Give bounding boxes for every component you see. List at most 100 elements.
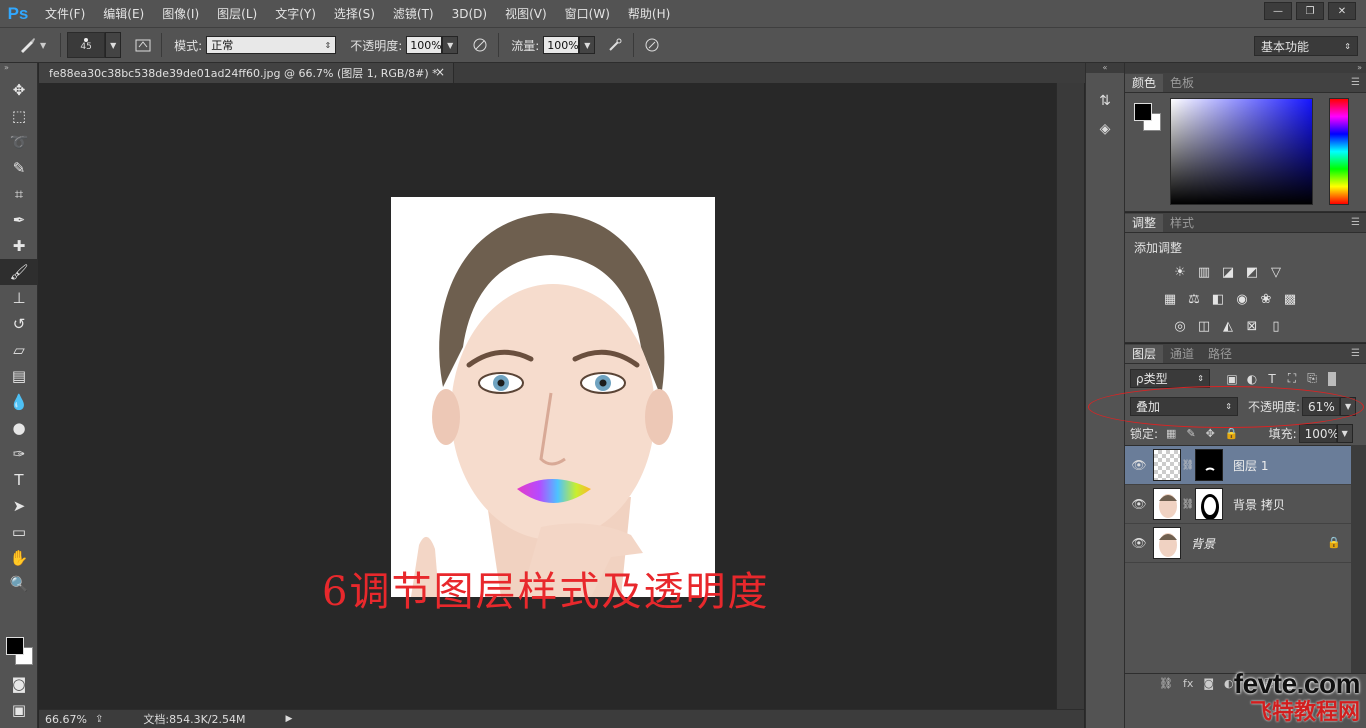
layer-mask-thumbnail[interactable] bbox=[1195, 488, 1223, 520]
color-balance-icon[interactable]: ⚖ bbox=[1185, 290, 1203, 308]
layer-name[interactable]: 背景 拷贝 bbox=[1233, 496, 1285, 513]
gradient-map-icon[interactable]: ▯ bbox=[1267, 317, 1285, 335]
levels-icon[interactable]: ▥ bbox=[1195, 263, 1213, 281]
filter-toggle-switch[interactable] bbox=[1328, 371, 1336, 386]
tab-paths[interactable]: 路径 bbox=[1201, 345, 1239, 363]
blend-mode-select[interactable]: 叠加 ⇕ bbox=[1130, 397, 1238, 416]
dock-collapse-icon[interactable]: » bbox=[1125, 63, 1366, 73]
layer-row-background[interactable]: 👁 背景 🔒 bbox=[1125, 524, 1351, 563]
lasso-tool-icon[interactable]: ➰ bbox=[0, 129, 38, 155]
foreground-color-swatch[interactable] bbox=[1134, 103, 1152, 121]
channel-mixer-icon[interactable]: ❀ bbox=[1257, 290, 1275, 308]
eyedropper-tool-icon[interactable]: ✒ bbox=[0, 207, 38, 233]
panel-menu-icon[interactable]: ☰ bbox=[1351, 217, 1360, 228]
brush-tool-preset-icon[interactable] bbox=[16, 33, 40, 57]
filter-adjustment-icon[interactable]: ◐ bbox=[1242, 370, 1262, 388]
menu-layer[interactable]: 图层(L) bbox=[208, 5, 266, 22]
layer-style-icon[interactable]: fx bbox=[1183, 677, 1193, 690]
status-menu-arrow-icon[interactable]: ▶ bbox=[286, 714, 293, 724]
history-panel-icon[interactable]: ⇅ bbox=[1086, 87, 1124, 115]
screen-mode-icon[interactable]: ▣ bbox=[0, 697, 38, 723]
visibility-eye-icon[interactable]: 👁 bbox=[1125, 497, 1153, 511]
workspace-select[interactable]: 基本功能 ⇕ bbox=[1254, 36, 1358, 56]
history-brush-tool-icon[interactable]: ↺ bbox=[0, 311, 38, 337]
zoom-tool-icon[interactable]: 🔍 bbox=[0, 571, 38, 597]
lock-all-icon[interactable]: 🔒 bbox=[1225, 427, 1239, 440]
lock-pixels-icon[interactable]: ✎ bbox=[1186, 427, 1195, 440]
crop-tool-icon[interactable]: ⌗ bbox=[0, 181, 38, 207]
filter-pixel-icon[interactable]: ▣ bbox=[1222, 370, 1242, 388]
panel-collapse-icon[interactable]: » bbox=[0, 63, 37, 77]
flow-dropdown-icon[interactable]: ▼ bbox=[579, 36, 596, 54]
layer-opacity-input[interactable]: 61% bbox=[1302, 397, 1341, 416]
quick-select-tool-icon[interactable]: ✎ bbox=[0, 155, 38, 181]
black-white-icon[interactable]: ◧ bbox=[1209, 290, 1227, 308]
gradient-tool-icon[interactable]: ▤ bbox=[0, 363, 38, 389]
close-document-icon[interactable]: × bbox=[435, 65, 445, 79]
flow-input[interactable]: 100% bbox=[543, 36, 580, 54]
menu-filter[interactable]: 滤镜(T) bbox=[384, 5, 443, 22]
tab-styles[interactable]: 样式 bbox=[1163, 214, 1201, 232]
foreground-color-swatch[interactable] bbox=[6, 637, 24, 655]
share-icon[interactable]: ⇪ bbox=[95, 714, 103, 725]
tab-swatches[interactable]: 色板 bbox=[1163, 74, 1201, 92]
selective-color-icon[interactable]: ⊠ bbox=[1243, 317, 1261, 335]
brush-tool-icon[interactable]: 🖌 bbox=[0, 259, 38, 285]
curves-icon[interactable]: ◪ bbox=[1219, 263, 1237, 281]
pressure-opacity-icon[interactable] bbox=[468, 33, 492, 57]
properties-panel-icon[interactable]: ◈ bbox=[1086, 115, 1124, 143]
layers-scrollbar[interactable] bbox=[1351, 445, 1366, 673]
layer-row-layer1[interactable]: 👁 ⛓ 图层 1 bbox=[1125, 446, 1351, 485]
hue-saturation-icon[interactable]: ▦ bbox=[1161, 290, 1179, 308]
dodge-tool-icon[interactable]: ● bbox=[0, 415, 38, 441]
exposure-icon[interactable]: ◩ bbox=[1243, 263, 1261, 281]
canvas-scrollbar[interactable] bbox=[1056, 83, 1084, 709]
layer-thumbnail[interactable] bbox=[1153, 488, 1181, 520]
layer-mask-thumbnail[interactable] bbox=[1195, 449, 1223, 481]
tab-adjustments[interactable]: 调整 bbox=[1125, 214, 1164, 232]
filter-shape-icon[interactable]: ⛶ bbox=[1282, 370, 1302, 388]
brightness-contrast-icon[interactable]: ☀ bbox=[1171, 263, 1189, 281]
document-tab[interactable]: fe88ea30c38bc538de39de01ad24ff60.jpg @ 6… bbox=[39, 63, 454, 83]
brush-panel-toggle-icon[interactable] bbox=[131, 33, 155, 57]
mode-select[interactable]: 正常 ⇕ bbox=[206, 36, 337, 54]
new-adjustment-icon[interactable]: ◐ bbox=[1224, 677, 1234, 690]
close-window-button[interactable]: ✕ bbox=[1328, 2, 1356, 20]
panel-menu-icon[interactable]: ☰ bbox=[1351, 77, 1360, 88]
dock-collapse-icon[interactable]: « bbox=[1086, 63, 1124, 73]
brush-size-picker[interactable]: 45 bbox=[67, 32, 106, 58]
hue-slider[interactable] bbox=[1329, 98, 1349, 205]
pressure-size-icon[interactable] bbox=[640, 33, 664, 57]
opacity-dropdown-icon[interactable]: ▼ bbox=[442, 36, 459, 54]
clone-stamp-tool-icon[interactable]: ⊥ bbox=[0, 285, 38, 311]
rectangle-tool-icon[interactable]: ▭ bbox=[0, 519, 38, 545]
move-tool-icon[interactable]: ✥ bbox=[0, 77, 38, 103]
panel-menu-icon[interactable]: ☰ bbox=[1351, 348, 1360, 359]
layer-filter-select[interactable]: ρ类型 ⇕ bbox=[1130, 369, 1210, 388]
fill-dropdown-icon[interactable]: ▼ bbox=[1336, 424, 1353, 443]
menu-file[interactable]: 文件(F) bbox=[36, 5, 94, 22]
filter-type-icon[interactable]: T bbox=[1262, 370, 1282, 388]
hand-tool-icon[interactable]: ✋ bbox=[0, 545, 38, 571]
brush-picker-dropdown-icon[interactable]: ▼ bbox=[105, 32, 122, 58]
document-canvas-photo[interactable] bbox=[391, 197, 715, 597]
menu-help[interactable]: 帮助(H) bbox=[619, 5, 679, 22]
preset-dropdown-arrow-icon[interactable]: ▼ bbox=[40, 41, 46, 50]
menu-view[interactable]: 视图(V) bbox=[496, 5, 556, 22]
link-layers-icon[interactable]: ⛓ bbox=[1159, 677, 1173, 690]
zoom-level[interactable]: 66.67% bbox=[45, 713, 89, 726]
canvas-area[interactable]: 6调节图层样式及透明度 bbox=[39, 83, 1056, 709]
fill-input[interactable]: 100% bbox=[1298, 424, 1339, 443]
blur-tool-icon[interactable]: 💧 bbox=[0, 389, 38, 415]
tab-color[interactable]: 颜色 bbox=[1125, 74, 1164, 92]
eraser-tool-icon[interactable]: ▱ bbox=[0, 337, 38, 363]
opacity-input[interactable]: 100% bbox=[406, 36, 443, 54]
tab-channels[interactable]: 通道 bbox=[1163, 345, 1201, 363]
visibility-eye-icon[interactable]: 👁 bbox=[1125, 458, 1153, 472]
layer-name[interactable]: 图层 1 bbox=[1233, 457, 1268, 474]
layer-thumbnail[interactable] bbox=[1153, 449, 1181, 481]
layer-name[interactable]: 背景 bbox=[1191, 535, 1215, 552]
menu-3d[interactable]: 3D(D) bbox=[443, 7, 496, 21]
restore-button[interactable]: ❐ bbox=[1296, 2, 1324, 20]
menu-image[interactable]: 图像(I) bbox=[153, 5, 208, 22]
